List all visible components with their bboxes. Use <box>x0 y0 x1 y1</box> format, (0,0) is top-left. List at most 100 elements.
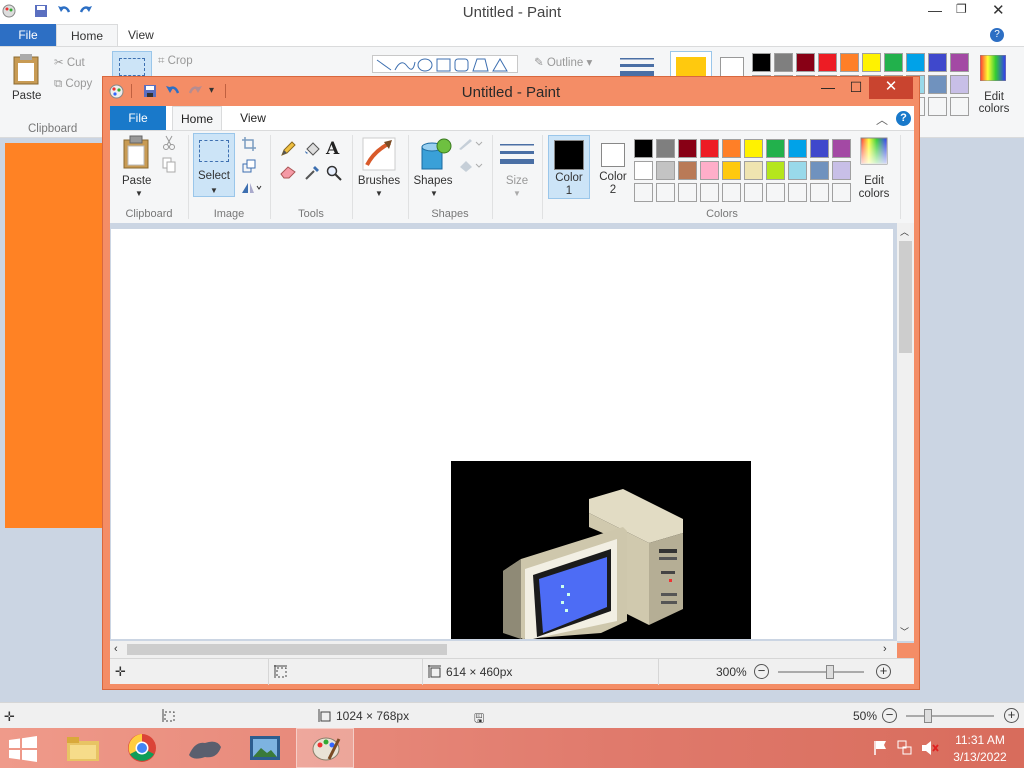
tab-file[interactable]: File <box>110 106 166 130</box>
size-dropdown-icon[interactable]: ▼ <box>513 189 521 198</box>
palette-swatch[interactable] <box>700 183 719 202</box>
paste-dropdown-icon[interactable]: ▼ <box>135 189 143 198</box>
palette-swatch[interactable] <box>656 139 675 158</box>
shapes-icon[interactable] <box>418 137 452 171</box>
palette-swatch[interactable] <box>810 139 829 158</box>
horizontal-scrollbar[interactable]: ‹ › <box>110 641 897 658</box>
scroll-down-arrow-icon[interactable]: ﹀ <box>900 625 909 638</box>
bg-palette-swatch[interactable] <box>928 75 947 94</box>
bg-palette-swatch[interactable] <box>840 53 859 72</box>
rotate-icon[interactable] <box>240 181 262 195</box>
bg-palette-swatch[interactable] <box>928 97 947 116</box>
bg-tab-home[interactable]: Home <box>56 24 119 46</box>
palette-swatch[interactable] <box>744 183 763 202</box>
bg-cut-button[interactable]: ✂ Cut <box>54 55 85 69</box>
palette-swatch[interactable] <box>722 161 741 180</box>
action-center-flag-icon[interactable] <box>874 740 888 756</box>
fill-icon[interactable] <box>304 141 320 157</box>
bg-copy-button[interactable]: ⧉ Copy <box>54 78 92 91</box>
palette-swatch[interactable] <box>634 139 653 158</box>
drawing-canvas[interactable] <box>111 229 893 639</box>
zoom-slider[interactable] <box>778 671 864 673</box>
scroll-left-arrow-icon[interactable]: ‹ <box>114 643 118 655</box>
bg-tab-view[interactable]: View <box>114 24 168 46</box>
bg-minimize-button[interactable]: — <box>928 2 942 18</box>
bg-tab-file[interactable]: File <box>0 24 56 46</box>
bg-size-icon[interactable] <box>620 57 654 77</box>
color-palette[interactable] <box>634 139 856 205</box>
outline-icon[interactable] <box>458 137 484 151</box>
title-bar[interactable]: ▾ Untitled - Paint — ☐ ✕ <box>103 77 919 104</box>
chrome-button[interactable] <box>114 728 172 768</box>
bg-palette-swatch[interactable] <box>862 53 881 72</box>
bg-zoom-slider[interactable] <box>906 715 994 717</box>
palette-swatch[interactable] <box>656 161 675 180</box>
resize-icon[interactable] <box>242 159 256 173</box>
palette-swatch[interactable] <box>810 161 829 180</box>
palette-swatch[interactable] <box>810 183 829 202</box>
crop-icon[interactable] <box>242 137 256 151</box>
bg-palette-swatch[interactable] <box>752 53 771 72</box>
maximize-button[interactable]: ☐ <box>843 77 869 99</box>
palette-swatch[interactable] <box>766 183 785 202</box>
palette-swatch[interactable] <box>766 161 785 180</box>
photos-button[interactable] <box>236 728 294 768</box>
zoom-slider-thumb[interactable] <box>826 665 834 679</box>
brushes-icon[interactable] <box>362 137 396 171</box>
palette-swatch[interactable] <box>634 161 653 180</box>
vertical-scrollbar[interactable]: ︿ ﹀ <box>897 223 914 641</box>
zoom-out-button[interactable]: − <box>754 664 769 679</box>
app-button[interactable] <box>176 728 234 768</box>
scroll-right-arrow-icon[interactable]: › <box>883 643 887 655</box>
bg-maximize-button[interactable]: ❐ <box>956 2 967 16</box>
paint-taskbar-button[interactable] <box>296 728 354 768</box>
palette-swatch[interactable] <box>744 161 763 180</box>
palette-swatch[interactable] <box>788 139 807 158</box>
bg-outline-button[interactable]: ✎ Outline ▾ <box>534 55 592 69</box>
bg-paste-icon[interactable] <box>12 53 40 85</box>
palette-swatch[interactable] <box>678 161 697 180</box>
palette-swatch[interactable] <box>832 161 851 180</box>
bg-shapes-gallery[interactable] <box>372 55 518 73</box>
minimize-button[interactable]: — <box>815 77 841 99</box>
palette-swatch[interactable] <box>788 183 807 202</box>
brushes-dropdown-icon[interactable]: ▼ <box>375 189 383 198</box>
bg-palette-swatch[interactable] <box>796 53 815 72</box>
bg-edit-colors-icon[interactable] <box>980 55 1006 81</box>
bg-palette-swatch[interactable] <box>950 75 969 94</box>
clock-time[interactable]: 11:31 AM <box>950 733 1010 747</box>
palette-swatch[interactable] <box>832 139 851 158</box>
select-button[interactable]: Select ▼ <box>193 133 235 197</box>
close-button[interactable]: ✕ <box>869 77 913 99</box>
tab-view[interactable]: View <box>228 106 278 130</box>
cut-icon[interactable] <box>162 135 176 151</box>
bg-palette-swatch[interactable] <box>884 53 903 72</box>
bg-palette-swatch[interactable] <box>928 53 947 72</box>
bg-help-icon[interactable]: ? <box>990 28 1004 42</box>
bg-palette-swatch[interactable] <box>906 53 925 72</box>
horizontal-scroll-thumb[interactable] <box>127 644 447 655</box>
clock-date[interactable]: 3/13/2022 <box>950 750 1010 764</box>
network-icon[interactable] <box>897 740 913 756</box>
bg-zoom-out-button[interactable]: − <box>882 708 897 723</box>
minimize-ribbon-icon[interactable]: ︿ <box>876 111 888 128</box>
palette-swatch[interactable] <box>678 183 697 202</box>
shapes-dropdown-icon[interactable]: ▼ <box>430 189 438 198</box>
color-picker-icon[interactable] <box>304 165 320 181</box>
palette-swatch[interactable] <box>788 161 807 180</box>
bg-palette-swatch[interactable] <box>950 97 969 116</box>
bg-palette-swatch[interactable] <box>950 53 969 72</box>
edit-colors-icon[interactable] <box>860 137 888 165</box>
palette-swatch[interactable] <box>722 139 741 158</box>
volume-muted-icon[interactable] <box>921 740 939 756</box>
color2-button[interactable]: Color 2 <box>592 135 634 199</box>
size-icon[interactable] <box>500 143 534 167</box>
palette-swatch[interactable] <box>678 139 697 158</box>
bg-close-button[interactable]: ✕ <box>992 1 1005 19</box>
bg-palette-swatch[interactable] <box>818 53 837 72</box>
vertical-scroll-thumb[interactable] <box>899 241 912 353</box>
bg-palette-swatch[interactable] <box>774 53 793 72</box>
palette-swatch[interactable] <box>722 183 741 202</box>
start-button-icon[interactable] <box>8 736 38 762</box>
palette-swatch[interactable] <box>744 139 763 158</box>
